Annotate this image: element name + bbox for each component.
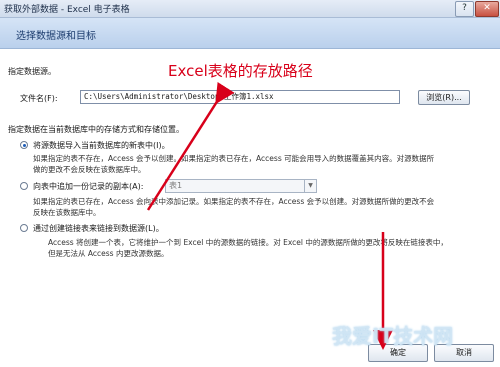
annotation-arrows <box>146 81 393 350</box>
annotation-arrow-to-path <box>146 81 235 211</box>
annotation-label: Excel表格的存放路径 <box>168 62 313 80</box>
site-watermark: 我爱IT技术网 <box>332 324 454 348</box>
